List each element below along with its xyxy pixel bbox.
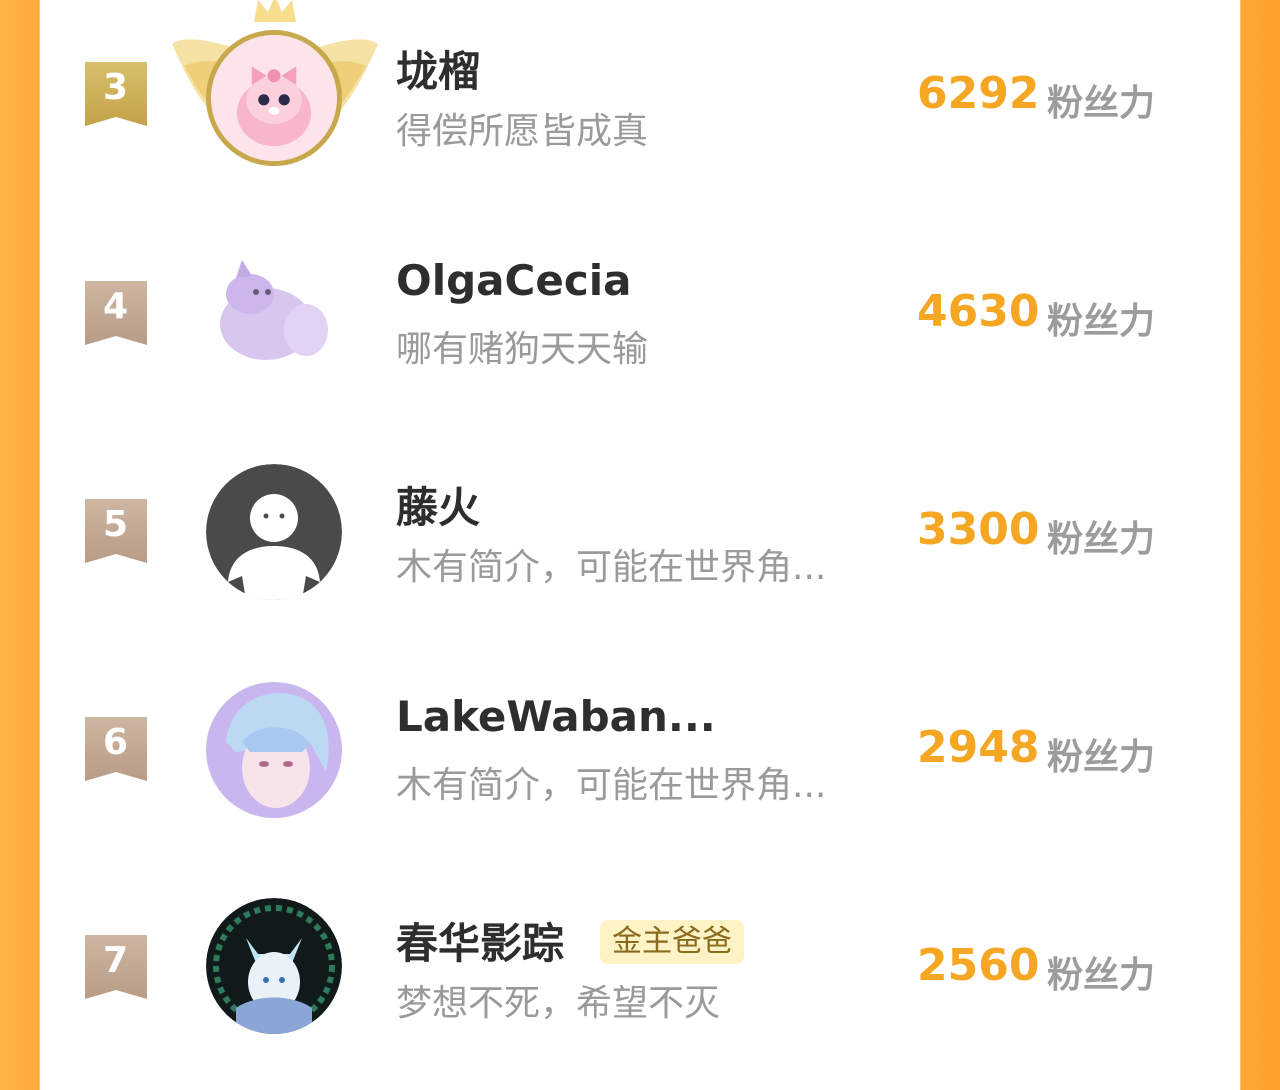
avatar[interactable] xyxy=(206,682,342,818)
rank-badge: 6 xyxy=(85,717,147,781)
fan-power-label: 粉丝力 xyxy=(1047,83,1156,124)
default-user-icon xyxy=(206,464,342,600)
ranking-row[interactable]: 5 藤火 木有简介，可能在世界角... 3300 粉丝力 xyxy=(40,436,1240,654)
user-name[interactable]: 春华影踪 xyxy=(396,910,564,971)
fan-power-value: 2560 xyxy=(917,940,1040,991)
anime-boy-icon xyxy=(206,682,342,818)
ranking-row[interactable]: 4 OlgaCecia 哪有赌狗天天输 4630 粉丝力 xyxy=(40,218,1240,436)
ranking-row[interactable]: 6 LakeWaban... 木有简介，可能在世界角... 2948 粉丝力 xyxy=(40,654,1240,872)
purple-cat-icon xyxy=(206,244,342,380)
fan-power-value: 2948 xyxy=(917,722,1040,773)
ranking-row[interactable]: 3 垅榴 得偿所愿皆成真 6292 粉丝力 xyxy=(40,0,1240,218)
fox-spirit-icon xyxy=(206,898,342,1034)
user-name[interactable]: 藤火 xyxy=(396,474,480,535)
fan-power-label: 粉丝力 xyxy=(1047,737,1156,778)
avatar[interactable] xyxy=(206,898,342,1034)
fan-power-value: 6292 xyxy=(917,68,1040,119)
rank-badge: 4 xyxy=(85,281,147,345)
fan-power-label: 粉丝力 xyxy=(1047,519,1156,560)
user-name[interactable]: 垅榴 xyxy=(396,38,480,99)
ranking-row[interactable]: 7 春华影踪 金主爸爸 梦想不死，希望不灭 2560 粉丝力 xyxy=(40,872,1240,1090)
fan-power-label: 粉丝力 xyxy=(1047,301,1156,342)
user-subtitle: 木有简介，可能在世界角... xyxy=(396,765,827,806)
avatar[interactable] xyxy=(206,464,342,600)
fan-power-label: 粉丝力 xyxy=(1047,955,1156,996)
user-subtitle: 哪有赌狗天天输 xyxy=(396,329,649,370)
fan-power-value: 3300 xyxy=(917,504,1040,555)
rank-badge: 3 xyxy=(85,62,147,126)
crown-icon xyxy=(254,0,296,22)
avatar[interactable] xyxy=(206,244,342,380)
user-name[interactable]: OlgaCecia xyxy=(396,256,631,305)
pink-bunny-icon xyxy=(211,35,337,161)
rank-badge: 5 xyxy=(85,499,147,563)
fan-power-value: 4630 xyxy=(917,286,1040,337)
sponsor-badge: 金主爸爸 xyxy=(600,920,744,964)
user-subtitle: 梦想不死，希望不灭 xyxy=(396,983,721,1024)
user-name[interactable]: LakeWaban... xyxy=(396,692,716,741)
user-subtitle: 得偿所愿皆成真 xyxy=(396,111,649,152)
ranking-panel: 3 垅榴 得偿所愿皆成真 6292 粉丝力 4 OlgaCecia 哪有赌狗天天… xyxy=(40,0,1240,1034)
user-subtitle: 木有简介，可能在世界角... xyxy=(396,547,827,588)
avatar[interactable] xyxy=(206,30,342,166)
rank-badge: 7 xyxy=(85,935,147,999)
